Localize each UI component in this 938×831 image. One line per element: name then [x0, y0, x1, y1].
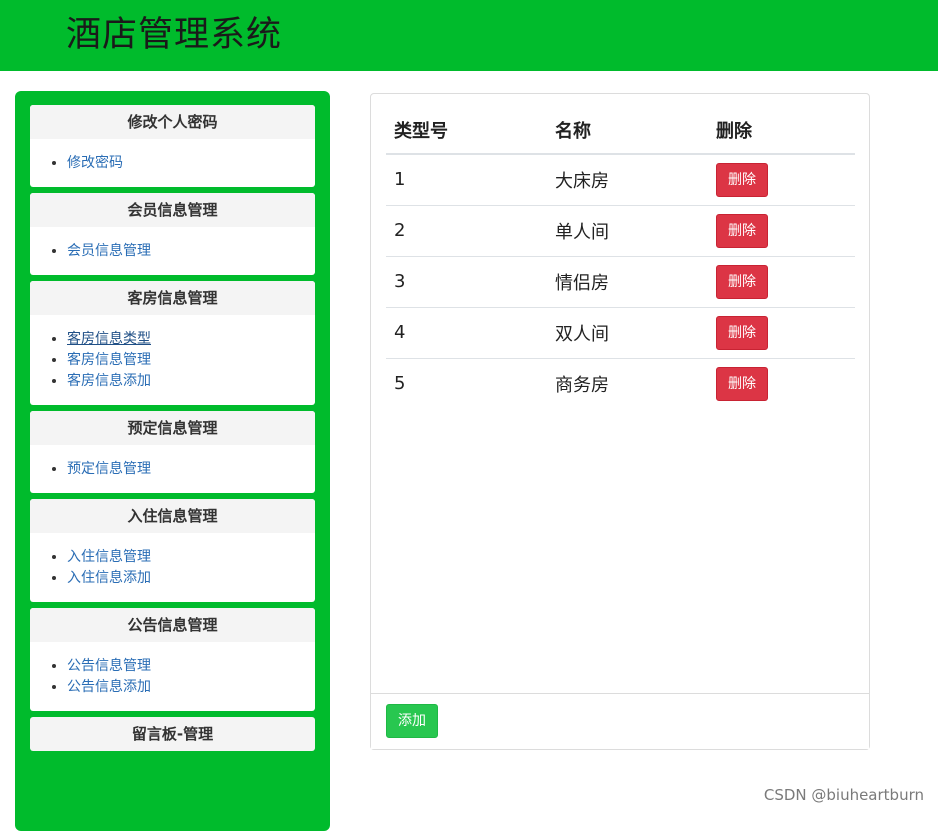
list-item: 客房信息添加 [67, 371, 315, 392]
cell-name: 双人间 [547, 307, 708, 359]
cell-name: 大床房 [547, 154, 708, 206]
sidebar-panel-checkin: 入住信息管理 入住信息管理 入住信息添加 [30, 499, 315, 602]
panel-title: 入住信息管理 [30, 499, 315, 533]
panel-title: 公告信息管理 [30, 608, 315, 642]
cell-action: 删除 [708, 205, 855, 257]
sidebar-link-member-manage[interactable]: 会员信息管理 [67, 243, 151, 259]
cell-name: 情侣房 [547, 256, 708, 308]
list-item: 预定信息管理 [67, 459, 315, 480]
delete-button[interactable]: 删除 [716, 366, 768, 401]
sidebar-panel-notices: 公告信息管理 公告信息管理 公告信息添加 [30, 608, 315, 711]
delete-button[interactable]: 删除 [716, 315, 768, 350]
panel-links: 客房信息类型 客房信息管理 客房信息添加 [30, 315, 315, 405]
sidebar-link-notice-manage[interactable]: 公告信息管理 [67, 658, 151, 674]
sidebar-link-room-add[interactable]: 客房信息添加 [67, 373, 151, 389]
delete-button[interactable]: 删除 [716, 213, 768, 248]
sidebar-panel-password: 修改个人密码 修改密码 [30, 105, 315, 187]
column-header-delete: 删除 [708, 106, 855, 155]
sidebar-link-notice-add[interactable]: 公告信息添加 [67, 679, 151, 695]
top-header-bar: 酒店管理系统 [0, 0, 938, 71]
cell-name: 商务房 [555, 374, 609, 396]
table-row: 5 商务房 删除 [386, 358, 855, 409]
list-item: 入住信息管理 [67, 547, 315, 568]
sidebar: 修改个人密码 修改密码 会员信息管理 会员信息管理 客房信息管理 客房信息类型 … [15, 91, 330, 831]
panel-title: 预定信息管理 [30, 411, 315, 445]
delete-button[interactable]: 删除 [716, 162, 768, 197]
list-item: 修改密码 [67, 153, 315, 174]
sidebar-panel-rooms: 客房信息管理 客房信息类型 客房信息管理 客房信息添加 [30, 281, 315, 405]
cell-type-id: 2 [386, 205, 547, 257]
cell-action: 删除 [708, 358, 855, 409]
cell-action: 删除 [708, 307, 855, 359]
sidebar-link-reservation-manage[interactable]: 预定信息管理 [67, 461, 151, 477]
sidebar-panel-messages: 留言板-管理 [30, 717, 315, 751]
sidebar-panel-reservations: 预定信息管理 预定信息管理 [30, 411, 315, 493]
table-row: 4 双人间 删除 [386, 307, 855, 359]
sidebar-link-checkin-add[interactable]: 入住信息添加 [67, 570, 151, 586]
list-item: 客房信息类型 [67, 329, 315, 350]
table-row: 1 大床房 删除 [386, 154, 855, 206]
table-header-row: 类型号 名称 删除 [386, 106, 855, 155]
sidebar-panel-members: 会员信息管理 会员信息管理 [30, 193, 315, 275]
cell-type-id: 5 [394, 373, 406, 395]
panel-title: 修改个人密码 [30, 105, 315, 139]
panel-links: 修改密码 [30, 139, 315, 187]
cell-name: 单人间 [547, 205, 708, 257]
panel-title: 客房信息管理 [30, 281, 315, 315]
list-item: 公告信息添加 [67, 677, 315, 698]
cell-type-id: 1 [386, 154, 547, 206]
delete-button[interactable]: 删除 [716, 264, 768, 299]
panel-links: 会员信息管理 [30, 227, 315, 275]
panel-links: 预定信息管理 [30, 445, 315, 493]
cell-type-id: 3 [386, 256, 547, 308]
sidebar-link-change-password[interactable]: 修改密码 [67, 155, 123, 171]
list-item: 客房信息管理 [67, 350, 315, 371]
list-item: 会员信息管理 [67, 241, 315, 262]
table-row: 2 单人间 删除 [386, 205, 855, 257]
sidebar-link-room-manage[interactable]: 客房信息管理 [67, 352, 151, 368]
panel-links: 入住信息管理 入住信息添加 [30, 533, 315, 602]
panel-title: 留言板-管理 [30, 717, 315, 751]
add-button[interactable]: 添加 [386, 704, 438, 738]
sidebar-link-room-types[interactable]: 客房信息类型 [67, 331, 151, 347]
cell-type-id: 4 [386, 307, 547, 359]
card-footer: 添加 [371, 693, 869, 749]
column-header-type-id: 类型号 [386, 106, 547, 155]
sidebar-link-checkin-manage[interactable]: 入住信息管理 [67, 549, 151, 565]
column-header-name: 名称 [547, 106, 708, 155]
cell-action: 删除 [708, 256, 855, 308]
list-item: 入住信息添加 [67, 568, 315, 589]
watermark: CSDN @biuheartburn [763, 786, 924, 804]
list-item: 公告信息管理 [67, 656, 315, 677]
room-type-table: 类型号 名称 删除 1 大床房 删除 2 单人间 删除 3 情侣房 删除 4 双… [386, 106, 855, 409]
room-type-card: 类型号 名称 删除 1 大床房 删除 2 单人间 删除 3 情侣房 删除 4 双… [370, 93, 870, 750]
panel-links: 公告信息管理 公告信息添加 [30, 642, 315, 711]
app-title: 酒店管理系统 [66, 15, 283, 55]
cell-action: 删除 [708, 154, 855, 206]
table-row: 3 情侣房 删除 [386, 256, 855, 308]
panel-title: 会员信息管理 [30, 193, 315, 227]
